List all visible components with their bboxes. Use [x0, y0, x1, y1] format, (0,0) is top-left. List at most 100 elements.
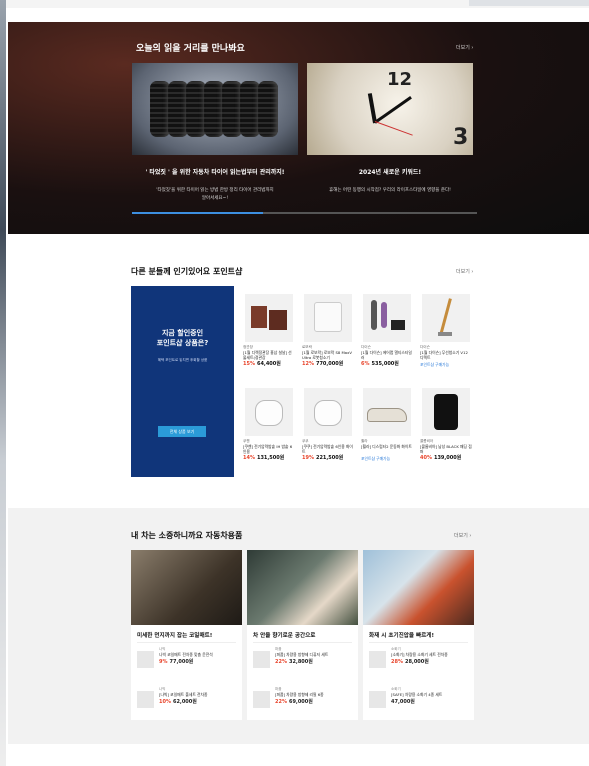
product-price: 12% 770,000원 [302, 360, 354, 367]
product-price-value: 139,000원 [433, 455, 462, 461]
car-section-title: 내 차는 소중하니까요 자동차용품 [131, 531, 243, 540]
car-product-item[interactable]: 나빅 나빅 코일매트 전차종 맞춤 운전석 9% 77,000원 [137, 647, 236, 683]
product-thumbnail [137, 651, 154, 668]
car-product-item[interactable]: 퍼퓸 [퍼퓸] 차량용 방향제 리필 6종 22% 69,000원 [253, 687, 352, 723]
product-discount: 22% [275, 659, 287, 665]
product-info: 소화기 [소화기] 차량용 소화기 세트 전차종 28% 28,000원 [391, 647, 471, 665]
car-category-image [363, 550, 474, 625]
product-info: 퍼퓸 [퍼퓸] 차량용 방향제 리필 6종 22% 69,000원 [275, 687, 355, 705]
product-price: 10% 62,000원 [159, 698, 239, 705]
browser-top-right-strip [469, 0, 589, 6]
article-card-tires[interactable]: ' 타었짓 ' 을 위한 자동차 타이어 읽는법부터 관리까지! '타었짓'을 … [132, 63, 298, 203]
product-name: [콜롬비아] 남성 BLACK 패딩 점퍼 [420, 444, 472, 454]
rice-cooker-icon [304, 388, 352, 436]
product-price: 6% 535,000원 [361, 360, 413, 367]
product-tag: 포인트샵 구매가능 [361, 456, 391, 461]
car-category-card[interactable]: 차 안을 향기로운 공간으로퍼퓸 [퍼퓸] 차량용 방향제 디퓨저 세트 22% 32… [247, 550, 358, 720]
rice-cooker-icon [245, 388, 293, 436]
product-price-value: 47,000원 [391, 699, 415, 705]
reading-hero-section: 오늘의 읽을 거리를 만나봐요 더보기 › ' 타었짓 ' 을 위한 자동차 타… [8, 22, 589, 234]
product-price: 22% 32,800원 [275, 658, 355, 665]
car-category-image [247, 550, 358, 625]
product-card[interactable]: 쿠쿠 [쿠쿠] 전기압력밥솥 6인용 화이트 19% 221,500원 [302, 388, 354, 461]
robot-vacuum-icon [304, 294, 352, 342]
popular-more-link[interactable]: 더보기 › [456, 268, 473, 275]
product-info: 나빅 [나빅] 코일매트 풀세트 전차종 10% 62,000원 [159, 687, 239, 705]
stick-vacuum-icon [422, 294, 470, 342]
product-info: 나빅 나빅 코일매트 전차종 맞춤 운전석 9% 77,000원 [159, 647, 239, 665]
page: 오늘의 읽을 거리를 만나봐요 더보기 › ' 타었짓 ' 을 위한 자동차 타… [0, 0, 589, 766]
product-name: [쿠첸] 전기압력밥솥 IH 밥솥 6인용 [243, 444, 293, 454]
product-tag: 포인트샵 구매가능 [420, 362, 450, 367]
car-product-item[interactable]: 퍼퓸 [퍼퓸] 차량용 방향제 디퓨저 세트 22% 32,800원 [253, 647, 352, 683]
product-price-value: 770,000원 [315, 361, 344, 367]
product-name: [1월 디렉정관장 홍삼 설날] 선물세트(정관장 [243, 350, 292, 360]
product-price: 28% 28,000원 [391, 658, 471, 665]
pointshop-promo-banner: 지금 할인중인 포인트샵 상품은? 혜택 포인트로 놓치면 후회할 상품 전체 … [131, 286, 234, 477]
product-price-value: 32,800원 [288, 659, 313, 665]
product-price: 14% 131,500원 [243, 454, 295, 461]
promo-subtitle: 혜택 포인트로 놓치면 후회할 상품 [157, 358, 208, 362]
car-product-item[interactable]: 나빅 [나빅] 코일매트 풀세트 전차종 10% 62,000원 [137, 687, 236, 723]
product-info: 소화기 [SAFE] 차량용 소화기 4종 세트 47,000원 [391, 687, 471, 705]
product-name: [1월 로보락] 로보락 S8 MaxV Ultra 로봇청소기 [302, 350, 352, 360]
product-info: 퍼퓸 [퍼퓸] 차량용 방향제 디퓨저 세트 22% 32,800원 [275, 647, 355, 665]
product-discount: 19% [302, 455, 314, 461]
gift-box-icon [245, 294, 293, 342]
sneaker-icon [363, 388, 411, 436]
product-name: [휠라] 디스럽터2 운동화 화이트 [361, 444, 412, 449]
product-price-value: 62,000원 [172, 699, 197, 705]
product-card[interactable]: 로보락 [1월 로보락] 로보락 S8 MaxV Ultra 로봇청소기 12% 77… [302, 294, 354, 367]
car-category-card[interactable]: 미세한 먼지까지 잡는 코일매트! 나빅 나빅 코일매트 전차종 맞춤 운전석 9% 7… [131, 550, 242, 720]
article-title: 2024년 새로운 키워드! [358, 169, 422, 176]
article-desc: '타었짓'을 위한 타이어 읽는 방법 한방 정리 타이어 관리법까지 알아서세… [156, 188, 274, 201]
car-category-heading: 화재 시 초기진압을 빠르게! [369, 631, 468, 643]
product-thumbnail [369, 651, 386, 668]
car-product-item[interactable]: 소화기 [SAFE] 차량용 소화기 4종 세트 47,000원 [369, 687, 468, 723]
product-discount: 9% [159, 659, 168, 665]
product-discount: 6% [361, 361, 370, 367]
hero-more-link[interactable]: 더보기 › [456, 44, 473, 51]
product-card[interactable]: 다이슨 [1월 다이슨] 에어랩 멀티스타일러 6% 535,000원 [361, 294, 413, 367]
car-category-card[interactable]: 화재 시 초기진압을 빠르게! 소화기 [소화기] 차량용 소화기 세트 전차종 28… [363, 550, 474, 720]
article-title: ' 타었짓 ' 을 위한 자동차 타이어 읽는법부터 관리까지! [145, 169, 285, 176]
product-card[interactable]: 정관장 [1월 디렉정관장 홍삼 설날] 선물세트(정관장 15% 64,400원 [243, 294, 295, 367]
view-all-products-button[interactable]: 전체 상품 보기 [158, 426, 206, 437]
product-price-value: 77,000원 [169, 659, 194, 665]
product-discount: 22% [275, 699, 287, 705]
product-price-value: 69,000원 [288, 699, 313, 705]
product-price: 47,000원 [391, 698, 471, 705]
product-price-value: 64,400원 [256, 361, 281, 367]
product-price-value: 131,500원 [256, 455, 285, 461]
article-desc: 휴해는 어떤 동행의 시작점? 우리의 라이프스타일에 영향을 준다! [329, 188, 451, 193]
left-edge-strip [0, 0, 6, 766]
product-thumbnail [253, 651, 270, 668]
carousel-progress-bar[interactable] [132, 212, 477, 214]
tire-image [132, 63, 298, 155]
hero-title: 오늘의 읽을 거리를 만나봐요 [136, 44, 245, 54]
product-price: 22% 69,000원 [275, 698, 355, 705]
product-card[interactable]: 다이슨 [1월 다이슨] 무선청소기 V12 디텍트 포인트샵 구매가능 [420, 294, 472, 368]
popular-section-title: 다른 분들께 인기있어요 포인트샵 [131, 267, 243, 276]
product-discount: 10% [159, 699, 171, 705]
product-price: 9% 77,000원 [159, 658, 239, 665]
article-card-keyword[interactable]: 12 3 2024년 새로운 키워드! 휴해는 어떤 동행의 시작점? 우리의 … [307, 63, 473, 195]
product-thumbnail [253, 691, 270, 708]
product-price: 40% 139,000원 [420, 454, 472, 461]
jacket-icon [422, 388, 470, 436]
carousel-progress-fill [132, 212, 264, 214]
product-thumbnail [137, 691, 154, 708]
car-category-heading: 미세한 먼지까지 잡는 코일매트! [137, 631, 236, 643]
car-category-heading: 차 안을 향기로운 공간으로 [253, 631, 352, 643]
product-price-value: 535,000원 [371, 361, 399, 367]
product-card[interactable]: 휠라 [휠라] 디스럽터2 운동화 화이트 포인트샵 구매가능 [361, 388, 413, 462]
promo-title: 지금 할인중인 포인트샵 상품은? [156, 329, 209, 347]
clock-image: 12 3 [307, 63, 473, 155]
product-card[interactable]: 쿠첸 [쿠첸] 전기압력밥솥 IH 밥솥 6인용 14% 131,500원 [243, 388, 295, 461]
car-more-link[interactable]: 더보기 › [454, 532, 471, 539]
product-card[interactable]: 콜롬비아 [콜롬비아] 남성 BLACK 패딩 점퍼 40% 139,000원 [420, 388, 472, 461]
product-price: 19% 221,500원 [302, 454, 354, 461]
product-price-value: 221,500원 [315, 455, 344, 461]
car-product-item[interactable]: 소화기 [소화기] 차량용 소화기 세트 전차종 28% 28,000원 [369, 647, 468, 683]
product-price-value: 28,000원 [404, 659, 429, 665]
